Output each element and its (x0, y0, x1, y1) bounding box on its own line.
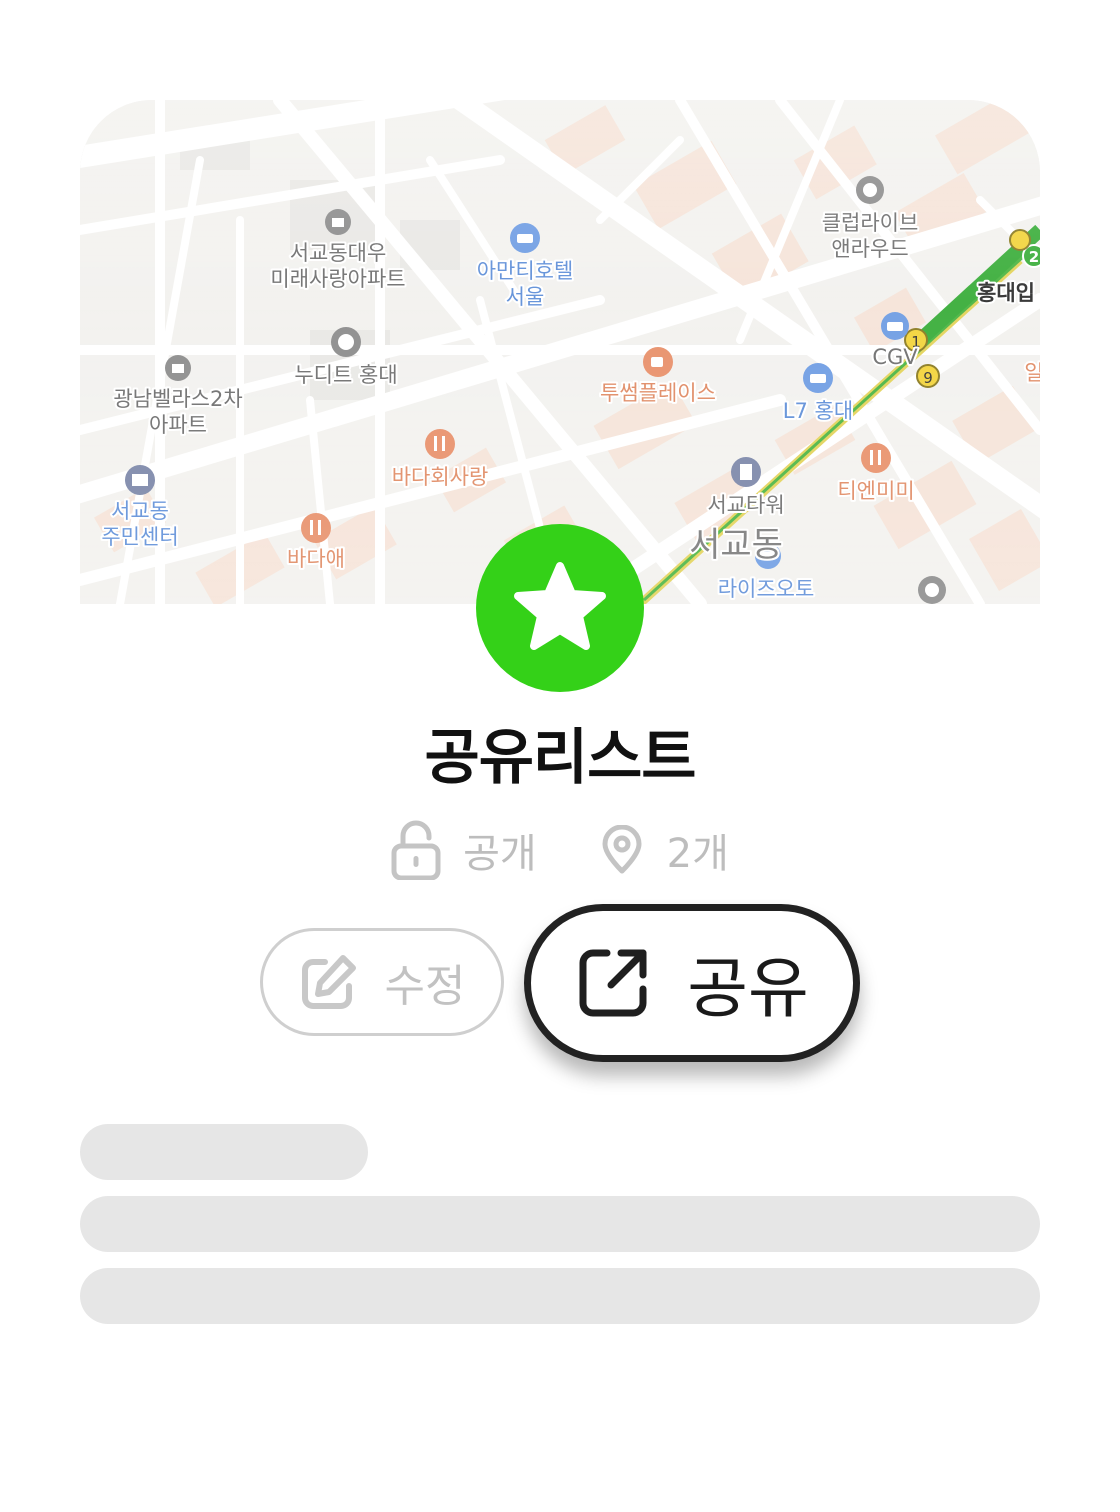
unlock-icon (391, 820, 441, 880)
map-label-district: 서교동 (689, 525, 783, 565)
visibility-info: 공개 (391, 820, 537, 880)
place-count-label: 2개 (666, 831, 729, 877)
map-label-gwangnam: 광남벨라스2차 (113, 387, 242, 411)
map-label-seogyo-center-2: 주민센터 (101, 525, 178, 549)
skeleton-line (80, 1196, 1040, 1252)
apartment-icon (165, 355, 191, 381)
skeleton-line-short (80, 1124, 368, 1180)
map-label-bada-hoe: 바다회사랑 (392, 465, 489, 489)
map-label-seogyo-tower: 서교타워 (707, 493, 784, 517)
map-label-edge: 일 (1024, 361, 1040, 385)
office-icon (731, 457, 761, 487)
list-meta: 공개 2개 (0, 818, 1120, 882)
star-icon (514, 562, 606, 650)
apartment-icon (325, 209, 351, 235)
line-badge-9: 9 (923, 369, 933, 387)
map-label-seogyo-center: 서교동 (111, 499, 169, 523)
map-label-rise: 라이즈오토 (718, 577, 815, 601)
government-icon (125, 465, 155, 495)
hotel-icon (510, 223, 540, 253)
map-label-l7: L7 홍대 (783, 399, 853, 423)
edit-icon (301, 955, 356, 1009)
edit-button[interactable]: 수정 (260, 928, 504, 1036)
restaurant-icon (301, 513, 331, 543)
restaurant-icon (425, 429, 455, 459)
map-label-noodit: 누디트 홍대 (294, 363, 397, 387)
list-badge (476, 524, 644, 692)
map-label-seogyo-daewoo-2: 미래사랑아파트 (270, 267, 405, 291)
map-label-amanti: 아만티호텔 (477, 259, 574, 283)
hotel-icon (881, 312, 909, 340)
skeleton-line (80, 1268, 1040, 1324)
map-label-club: 클럽라이브 (822, 211, 919, 235)
share-button[interactable]: 공유 (524, 904, 860, 1062)
map-label-cgv: CGV (872, 345, 918, 369)
map-label-club-2: 앤라우드 (831, 237, 908, 261)
restaurant-icon (861, 443, 891, 473)
map-label-seogyo-daewoo: 서교동대우 (290, 241, 387, 265)
map-label-amanti-2: 서울 (506, 285, 545, 309)
entertainment-icon (331, 327, 361, 357)
map-label-hongdae-station: 홍대입 (977, 281, 1035, 305)
edit-button-label: 수정 (384, 961, 466, 1012)
map-label-gwangnam-2: 아파트 (149, 413, 207, 437)
entertainment-icon (918, 576, 946, 604)
place-count-info: 2개 (599, 821, 729, 879)
share-button-label: 공유 (687, 950, 809, 1027)
entertainment-icon (856, 176, 884, 204)
hotel-icon (803, 363, 833, 393)
map-label-tosome: 투썸플레이스 (600, 381, 716, 405)
line-badge-2: 2 (1029, 248, 1039, 266)
location-pin-icon (602, 825, 642, 874)
map-label-tienmimi: 티엔미미 (837, 479, 914, 503)
list-title: 공유리스트 (424, 723, 697, 793)
cafe-icon (643, 347, 673, 377)
visibility-label: 공개 (463, 831, 537, 877)
map-label-bada-ae: 바다애 (287, 547, 345, 571)
share-icon (579, 949, 647, 1017)
